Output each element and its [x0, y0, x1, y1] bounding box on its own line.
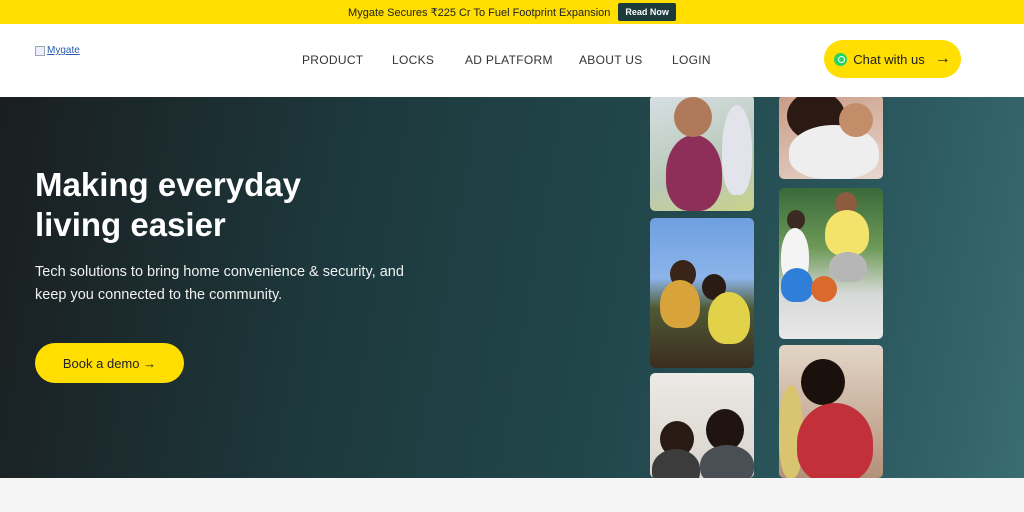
photo-kids-gardening	[650, 218, 754, 368]
nav-item-login[interactable]: LOGIN	[672, 53, 711, 67]
nav-item-product[interactable]: PRODUCT	[302, 53, 363, 67]
read-now-button[interactable]: Read Now	[618, 3, 676, 21]
photo-girl-smiling	[650, 97, 754, 211]
hero-section: Making everyday living easier Tech solut…	[0, 97, 1024, 478]
book-a-demo-button[interactable]: Book a demo →	[35, 343, 184, 383]
photo-child-hug	[779, 97, 883, 179]
hero-headline: Making everyday living easier	[35, 166, 301, 243]
whatsapp-icon	[834, 52, 848, 66]
nav-item-about-us[interactable]: ABOUT US	[579, 53, 643, 67]
photo-women-laughing	[650, 373, 754, 478]
chat-label: Chat with us	[853, 51, 925, 67]
book-a-demo-label: Book a demo →	[62, 355, 157, 371]
announcement-bar: Mygate Secures ₹225 Cr To Fuel Footprint…	[0, 0, 1024, 24]
photo-women-on-couch	[779, 345, 883, 478]
site-header: Mygate PRODUCT LOCKS AD PLATFORM ABOUT U…	[0, 24, 1024, 97]
chat-with-us-button[interactable]: Chat with us →	[824, 40, 961, 78]
announcement-text: Mygate Secures ₹225 Cr To Fuel Footprint…	[348, 6, 611, 19]
hero-subtext: Tech solutions to bring home convenience…	[35, 264, 404, 303]
nav-item-ad-platform[interactable]: AD PLATFORM	[465, 53, 553, 67]
arrow-right-icon: →	[934, 50, 951, 67]
page-below-hero	[0, 478, 1024, 512]
nav-item-locks[interactable]: LOCKS	[392, 53, 434, 67]
photo-father-son-basketball	[779, 188, 883, 339]
